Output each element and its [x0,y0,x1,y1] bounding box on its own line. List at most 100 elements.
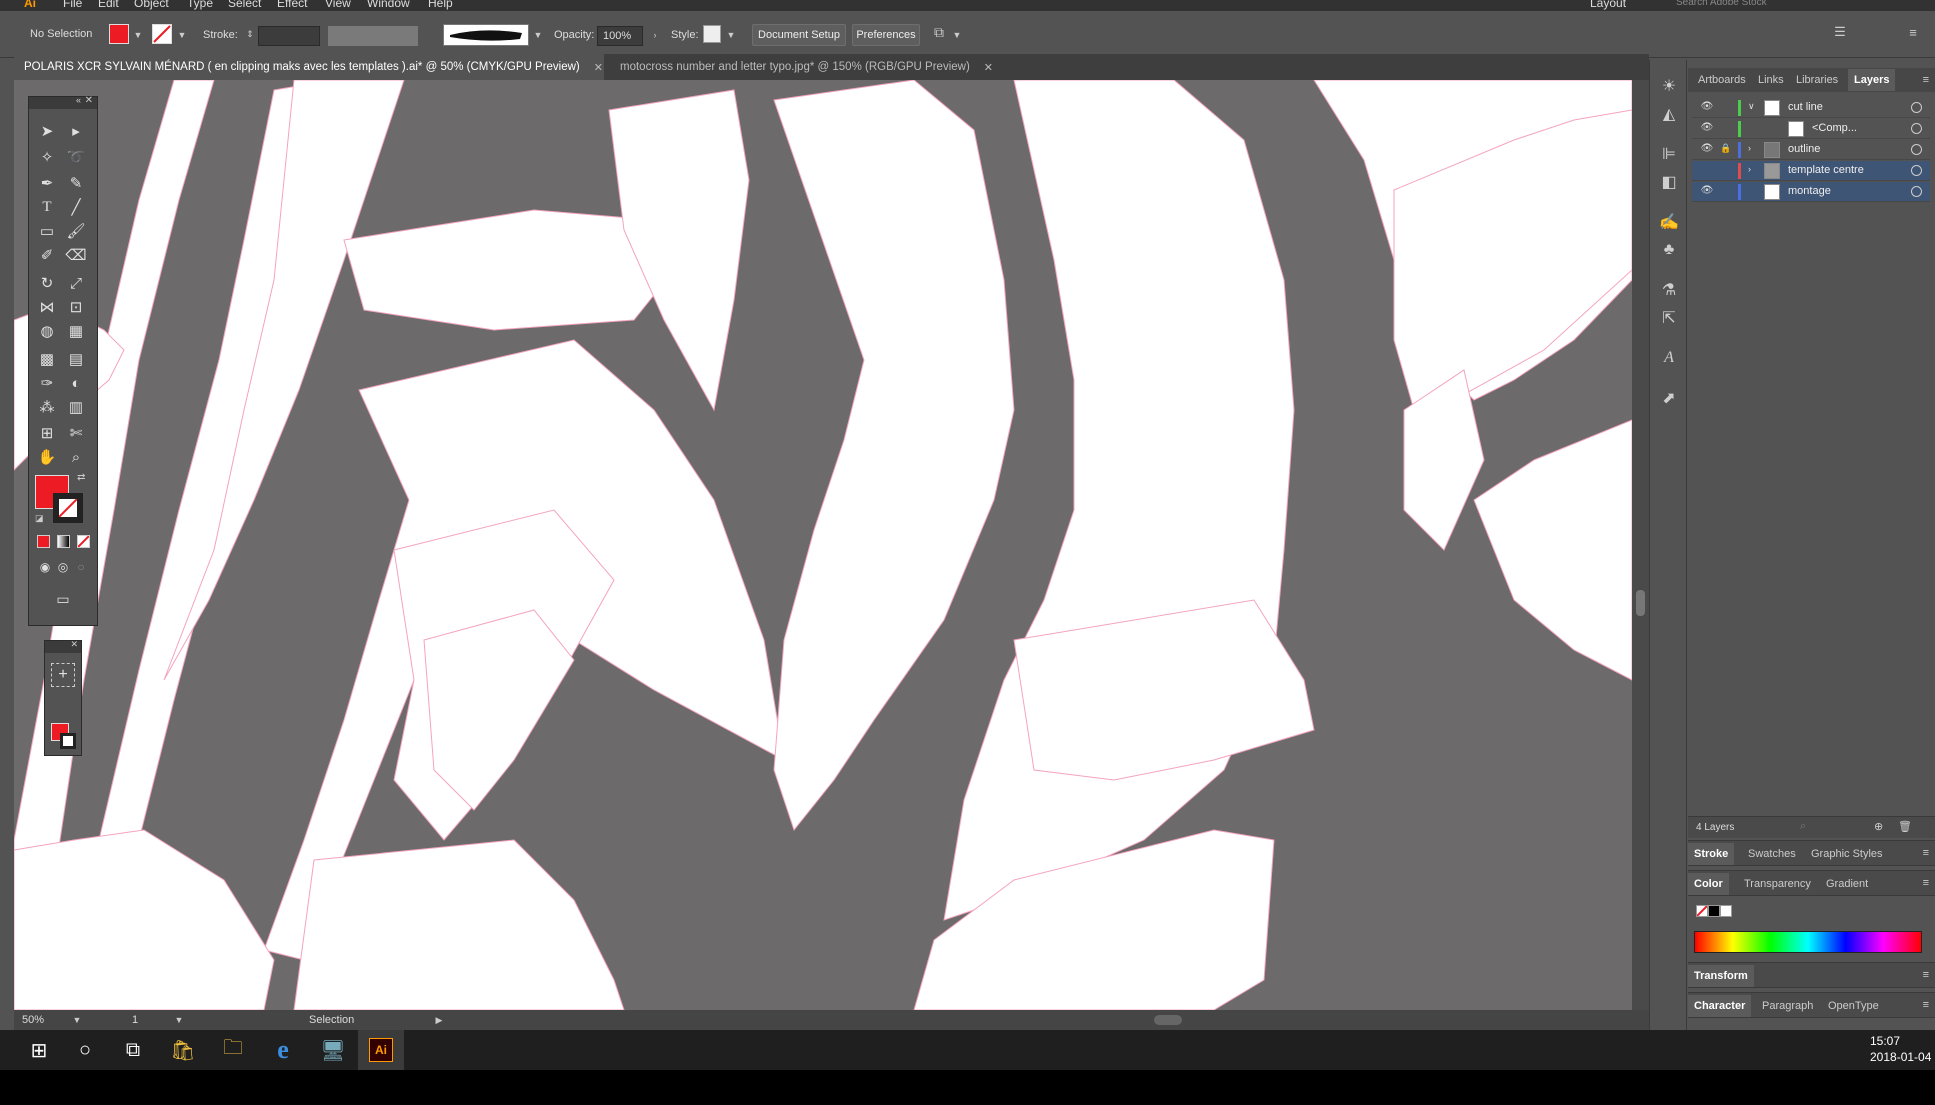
layer-row-montage[interactable]: 👁 montage [1692,182,1930,202]
arrange-icon[interactable]: ⧉ [930,24,948,40]
glyphs-icon[interactable]: A [1657,346,1681,370]
tab-motocross-typo[interactable]: motocross number and letter typo.jpg* @ … [610,54,1010,80]
menu-object[interactable]: Object [134,0,169,10]
stroke-dropdown-icon[interactable]: ▼ [177,28,187,42]
new-layer-icon[interactable]: ⊕ [1874,820,1883,833]
lasso-tool-icon[interactable]: ➰ [64,145,88,169]
workspace-switcher[interactable]: Layout [1590,0,1626,10]
opacity-field[interactable]: 100% [597,26,643,46]
scale-tool-icon[interactable]: ⤢ [64,271,88,295]
vertical-scrollbar[interactable] [1632,80,1649,1010]
visibility-eye-icon[interactable]: 👁 [1700,143,1714,157]
menu-help[interactable]: Help [428,0,453,10]
white-swatch[interactable] [1720,905,1732,917]
tab-character[interactable]: Character [1688,995,1752,1017]
appearance-icon[interactable]: ☀ [1657,74,1681,98]
target-circle-icon[interactable] [1911,102,1922,113]
eyedropper-tool-icon[interactable]: ✑ [35,371,59,395]
black-swatch[interactable] [1708,905,1720,917]
internet-explorer-icon[interactable]: e [260,1030,306,1070]
artboard-number[interactable]: 1 [132,1014,138,1026]
menu-view[interactable]: View [325,0,351,10]
close-icon[interactable]: ✕ [594,61,603,74]
tab-gradient[interactable]: Gradient [1820,873,1874,895]
tab-color[interactable]: Color [1688,873,1729,895]
visibility-eye-icon[interactable]: 👁 [1700,185,1714,199]
zoom-tool-icon[interactable]: ⌕ [64,445,88,469]
expand-chevron-icon[interactable]: › [1748,164,1758,174]
perspective-grid-tool-icon[interactable]: ▦ [64,319,88,343]
cortana-search-icon[interactable]: ○ [62,1030,108,1070]
type-tool-icon[interactable]: T [35,195,59,219]
stroke-swatch[interactable] [152,24,172,44]
brushes-icon[interactable]: ✍ [1657,210,1681,234]
panel-menu-icon[interactable]: ≡ [1923,969,1929,981]
zoom-level[interactable]: 50% [22,1014,44,1026]
tab-opentype[interactable]: OpenType [1822,995,1885,1017]
layer-row-outline[interactable]: 👁 🔒 › outline [1692,140,1930,160]
symbol-sprayer-tool-icon[interactable]: ⁂ [35,395,59,419]
paintbrush-tool-icon[interactable]: 🖌 [64,219,88,243]
horizontal-scroll-thumb[interactable] [1154,1015,1182,1025]
layer-row-template-centre[interactable]: › template centre [1692,161,1930,181]
magic-wand-tool-icon[interactable]: ✧ [35,145,59,169]
screen-mode-icon[interactable]: ▭ [51,587,75,611]
panel-menu-icon[interactable]: ≡ [1923,847,1929,859]
gradient-mode-icon[interactable] [57,535,70,548]
tab-links[interactable]: Links [1752,69,1790,91]
asset-export-icon[interactable]: ⇱ [1657,306,1681,330]
symbols-icon[interactable]: ♣ [1657,238,1681,262]
app-window-icon[interactable]: 🖥 [310,1030,356,1070]
column-graph-tool-icon[interactable]: ▥ [64,395,88,419]
swap-colors-icon[interactable]: ⇄ [77,472,85,483]
color-spectrum[interactable] [1694,931,1922,953]
rotate-tool-icon[interactable]: ↻ [35,271,59,295]
tab-swatches[interactable]: Swatches [1742,843,1802,865]
close-icon[interactable]: ✕ [984,61,993,74]
menu-file[interactable]: File [63,0,82,10]
expand-chevron-icon[interactable]: › [1748,143,1758,153]
store-icon[interactable]: 🛍 [160,1030,206,1070]
stroke-color-box[interactable] [53,493,83,523]
zoom-dropdown-icon[interactable]: ▼ [72,1013,82,1027]
target-circle-icon[interactable] [1911,186,1922,197]
locate-object-icon[interactable]: ⌕ [1800,820,1806,833]
mesh-tool-icon[interactable]: ▩ [35,347,59,371]
document-setup-button[interactable]: Document Setup [752,24,846,46]
tools-panel-titlebar[interactable]: ✕ « [29,95,97,109]
tab-transform[interactable]: Transform [1688,965,1754,987]
target-circle-icon[interactable] [1911,123,1922,134]
add-tool-icon[interactable]: + [51,663,75,687]
blend-tool-icon[interactable]: ◐ [64,371,88,395]
fill-dropdown-icon[interactable]: ▼ [133,28,143,42]
none-swatch[interactable] [1696,905,1708,917]
shape-builder-tool-icon[interactable]: ◍ [35,319,59,343]
task-view-icon[interactable]: ⧉ [110,1030,156,1070]
shaper-tool-icon[interactable]: ✐ [35,243,59,267]
layer-name[interactable]: cut line [1788,101,1823,113]
align-icon[interactable]: ⊫ [1657,142,1681,166]
layer-name[interactable]: montage [1788,185,1831,197]
line-tool-icon[interactable]: ╱ [64,195,88,219]
artboard-tool-icon[interactable]: ⊞ [35,421,59,445]
tab-libraries[interactable]: Libraries [1790,69,1844,91]
illustrator-taskbar-icon[interactable]: Ai [358,1030,404,1070]
tab-polaris-document[interactable]: POLARIS XCR SYLVAIN MÉNARD ( en clipping… [14,54,604,80]
curvature-tool-icon[interactable]: ✎ [64,171,88,195]
fill-swatch[interactable] [109,24,129,44]
graphic-style-swatch[interactable] [703,25,721,43]
layer-row-cut-line[interactable]: 👁 ∨ cut line [1692,98,1930,118]
eraser-tool-icon[interactable]: ⌫ [64,243,88,267]
direct-selection-tool-icon[interactable]: ▸ [64,119,88,143]
mini-stroke-box[interactable] [60,733,76,749]
tab-artboards[interactable]: Artboards [1692,69,1752,91]
stroke-weight-field[interactable] [258,26,320,46]
close-icon[interactable]: ✕ [85,95,93,106]
delete-layer-icon[interactable]: 🗑 [1898,820,1912,833]
style-dropdown-icon[interactable]: ▼ [726,28,736,42]
tab-layers[interactable]: Layers [1848,69,1896,91]
tab-paragraph[interactable]: Paragraph [1756,995,1819,1017]
target-circle-icon[interactable] [1911,165,1922,176]
width-tool-icon[interactable]: ⋈ [35,295,59,319]
menu-type[interactable]: Type [187,0,213,10]
